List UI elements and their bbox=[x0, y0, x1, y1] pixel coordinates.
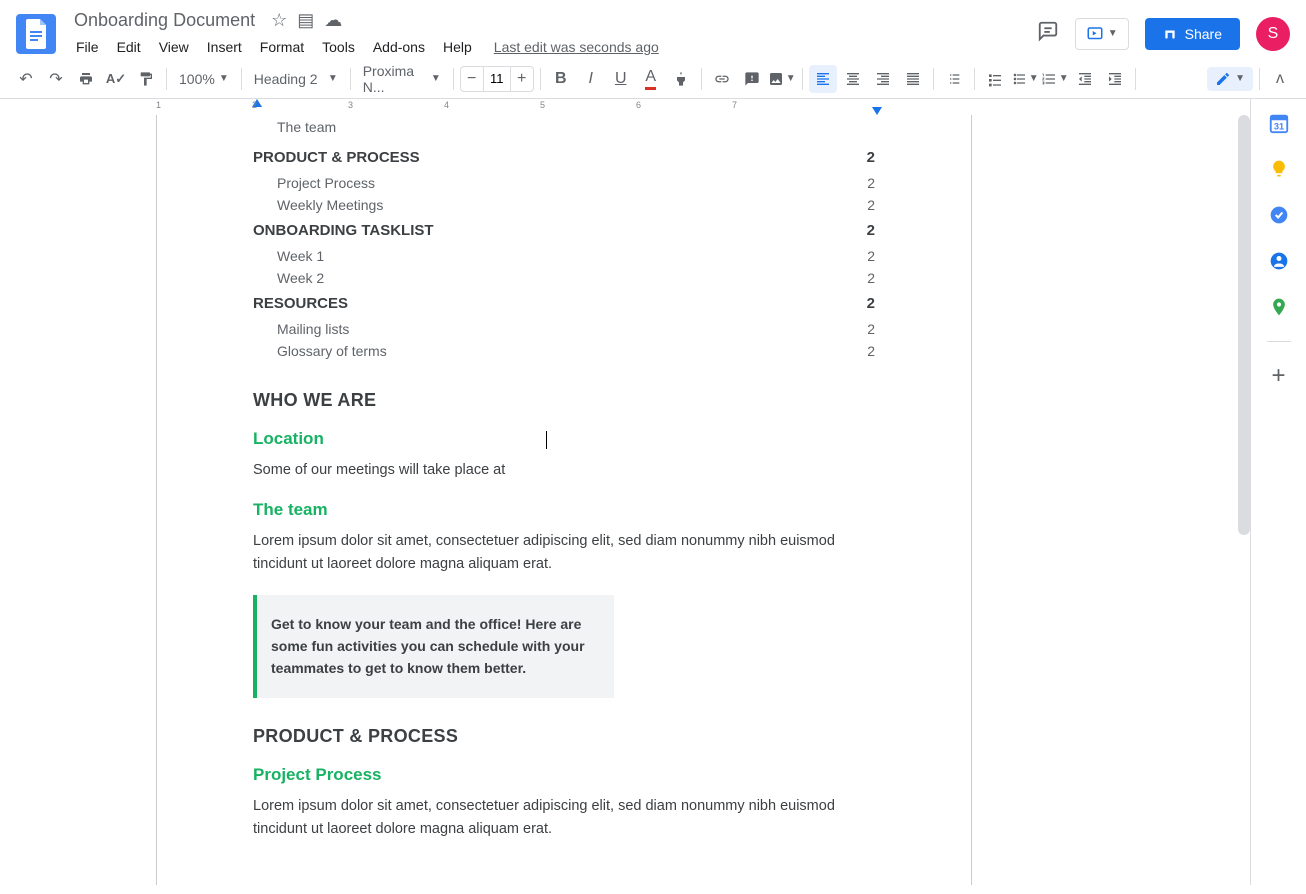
toolbar: ↶ ↷ A✓ 100% ▼ Heading 2▼ Proxima N...▼ −… bbox=[0, 59, 1306, 99]
ruler-label: 4 bbox=[444, 100, 449, 110]
heading-team[interactable]: The team bbox=[253, 500, 875, 520]
paragraph-style-select[interactable]: Heading 2▼ bbox=[248, 71, 344, 87]
cloud-status-icon[interactable]: ☁ bbox=[324, 10, 342, 31]
font-size-input[interactable] bbox=[483, 67, 511, 91]
toc-section[interactable]: RESOURCES2 bbox=[253, 289, 875, 318]
keep-icon[interactable] bbox=[1267, 157, 1291, 181]
collapse-toolbar-button[interactable]: ᴧ bbox=[1266, 65, 1294, 93]
heading-who-we-are[interactable]: WHO WE ARE bbox=[253, 390, 875, 411]
align-center-button[interactable] bbox=[839, 65, 867, 93]
heading-location[interactable]: Location bbox=[253, 429, 875, 449]
menu-insert[interactable]: Insert bbox=[199, 35, 250, 59]
toc-item[interactable]: Mailing lists2 bbox=[253, 318, 875, 340]
scrollbar-thumb[interactable] bbox=[1238, 115, 1250, 535]
share-button[interactable]: Share bbox=[1145, 18, 1240, 50]
paragraph[interactable]: Some of our meetings will take place at bbox=[253, 459, 875, 482]
insert-image-button[interactable]: ▼ bbox=[768, 65, 796, 93]
comment-history-icon[interactable] bbox=[1037, 20, 1059, 48]
print-button[interactable] bbox=[72, 65, 100, 93]
align-justify-button[interactable] bbox=[899, 65, 927, 93]
decrease-indent-button[interactable] bbox=[1071, 65, 1099, 93]
menu-addons[interactable]: Add-ons bbox=[365, 35, 433, 59]
toc-item[interactable]: Weekly Meetings2 bbox=[253, 194, 875, 216]
increase-indent-button[interactable] bbox=[1101, 65, 1129, 93]
text-color-button[interactable]: A bbox=[637, 65, 665, 93]
line-spacing-button[interactable] bbox=[940, 65, 968, 93]
highlight-button[interactable] bbox=[667, 65, 695, 93]
editing-mode-button[interactable]: ▼ bbox=[1207, 67, 1253, 91]
ruler-label: 3 bbox=[348, 100, 353, 110]
star-icon[interactable]: ☆ bbox=[271, 10, 287, 31]
align-right-button[interactable] bbox=[869, 65, 897, 93]
toc-item[interactable]: Week 22 bbox=[253, 267, 875, 289]
calendar-icon[interactable]: 31 bbox=[1267, 111, 1291, 135]
ruler-label: 2 bbox=[252, 100, 257, 110]
checklist-button[interactable] bbox=[981, 65, 1009, 93]
doc-title[interactable]: Onboarding Document bbox=[68, 8, 261, 33]
share-label: Share bbox=[1185, 26, 1222, 42]
ruler-label: 7 bbox=[732, 100, 737, 110]
document-area[interactable]: 1 2 3 4 5 6 7 The team PRODUCT & PROCESS… bbox=[0, 99, 1250, 885]
tasks-icon[interactable] bbox=[1267, 203, 1291, 227]
insert-comment-button[interactable] bbox=[738, 65, 766, 93]
zoom-select[interactable]: 100% ▼ bbox=[173, 71, 235, 87]
toc-section[interactable]: PRODUCT & PROCESS2 bbox=[253, 143, 875, 172]
text-cursor bbox=[546, 431, 547, 449]
undo-button[interactable]: ↶ bbox=[12, 65, 40, 93]
maps-icon[interactable] bbox=[1267, 295, 1291, 319]
redo-button[interactable]: ↷ bbox=[42, 65, 70, 93]
ruler-label: 6 bbox=[636, 100, 641, 110]
paragraph[interactable]: Lorem ipsum dolor sit amet, consectetuer… bbox=[253, 530, 875, 576]
menu-file[interactable]: File bbox=[68, 35, 107, 59]
present-button[interactable]: ▼ bbox=[1075, 18, 1129, 50]
font-size-increase[interactable]: + bbox=[511, 67, 533, 91]
svg-text:31: 31 bbox=[1273, 121, 1283, 131]
callout-box[interactable]: Get to know your team and the office! He… bbox=[253, 595, 614, 698]
toc-item[interactable]: Week 12 bbox=[253, 245, 875, 267]
font-size-group: − + bbox=[460, 66, 534, 92]
paint-format-button[interactable] bbox=[132, 65, 160, 93]
insert-link-button[interactable] bbox=[708, 65, 736, 93]
font-size-decrease[interactable]: − bbox=[461, 67, 483, 91]
avatar[interactable]: S bbox=[1256, 17, 1290, 51]
bulleted-list-button[interactable]: ▼ bbox=[1011, 65, 1039, 93]
callout-text[interactable]: Get to know your team and the office! He… bbox=[271, 613, 600, 680]
underline-button[interactable]: U bbox=[607, 65, 635, 93]
menu-format[interactable]: Format bbox=[252, 35, 312, 59]
move-icon[interactable]: ▤ bbox=[297, 10, 314, 31]
ruler-label: 1 bbox=[156, 100, 161, 110]
align-left-button[interactable] bbox=[809, 65, 837, 93]
contacts-icon[interactable] bbox=[1267, 249, 1291, 273]
toc-item[interactable]: The team bbox=[277, 119, 875, 135]
menu-tools[interactable]: Tools bbox=[314, 35, 363, 59]
menu-help[interactable]: Help bbox=[435, 35, 480, 59]
menu-edit[interactable]: Edit bbox=[109, 35, 149, 59]
paragraph[interactable]: Lorem ipsum dolor sit amet, consectetuer… bbox=[253, 795, 875, 841]
document-page[interactable]: The team PRODUCT & PROCESS2 Project Proc… bbox=[156, 115, 972, 885]
heading-project-process[interactable]: Project Process bbox=[253, 765, 875, 785]
last-edit-link[interactable]: Last edit was seconds ago bbox=[494, 39, 659, 55]
ruler-right-indent[interactable] bbox=[872, 107, 882, 115]
toc-item[interactable]: Project Process2 bbox=[253, 172, 875, 194]
bold-button[interactable]: B bbox=[547, 65, 575, 93]
heading-product-process[interactable]: PRODUCT & PROCESS bbox=[253, 726, 875, 747]
menu-view[interactable]: View bbox=[151, 35, 197, 59]
toc-item[interactable]: Glossary of terms2 bbox=[253, 340, 875, 362]
docs-logo[interactable] bbox=[16, 14, 56, 54]
ruler-label: 5 bbox=[540, 100, 545, 110]
numbered-list-button[interactable]: ▼ bbox=[1041, 65, 1069, 93]
add-addon-icon[interactable]: + bbox=[1267, 364, 1291, 388]
caret-down-icon: ▼ bbox=[1108, 28, 1118, 39]
ruler-horizontal[interactable]: 1 2 3 4 5 6 7 bbox=[0, 99, 1250, 115]
italic-button[interactable]: I bbox=[577, 65, 605, 93]
side-panel: 31 + bbox=[1250, 99, 1306, 885]
toc-section[interactable]: ONBOARDING TASKLIST2 bbox=[253, 216, 875, 245]
spellcheck-button[interactable]: A✓ bbox=[102, 65, 130, 93]
font-select[interactable]: Proxima N...▼ bbox=[357, 63, 447, 95]
